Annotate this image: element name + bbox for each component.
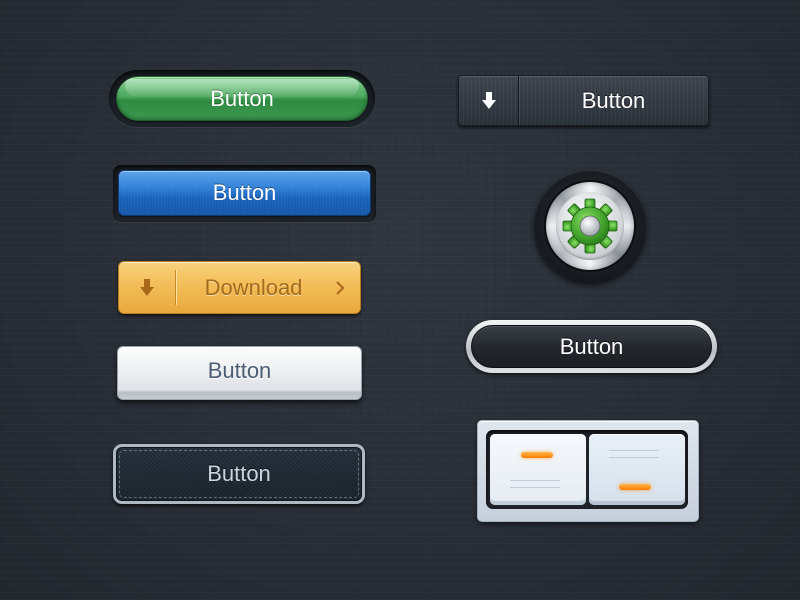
split-icon-cell <box>459 76 519 125</box>
denim-stitched-button[interactable]: Button <box>113 444 365 504</box>
light-button-label: Button <box>207 358 272 383</box>
toggle-line <box>609 450 659 451</box>
dark-pill-button-label: Button <box>559 333 624 359</box>
download-icon-cell <box>119 262 175 313</box>
toggle-left-segment[interactable] <box>490 434 586 505</box>
dark-pill-button[interactable]: Button <box>471 325 712 368</box>
toggle-line <box>510 487 560 488</box>
light-button[interactable]: Button <box>117 346 362 400</box>
green-button-label: Button <box>210 85 274 111</box>
download-button[interactable]: Download <box>118 261 361 314</box>
blue-button[interactable]: Button <box>118 170 371 216</box>
download-arrow-icon <box>140 278 154 296</box>
toggle-indicator-light <box>521 452 553 458</box>
gear-icon <box>562 198 618 254</box>
metal-ring <box>546 182 634 270</box>
download-arrow-icon <box>481 91 496 109</box>
toggle-right-segment[interactable] <box>589 434 685 505</box>
download-button-label: Download <box>204 274 303 300</box>
denim-button-label: Button <box>207 461 271 486</box>
gear-settings-knob[interactable] <box>534 170 646 282</box>
chevron-right-icon <box>334 262 346 313</box>
blue-button-label: Button <box>212 180 277 205</box>
dark-split-button-label: Button <box>581 87 646 113</box>
toggle-indicator-light <box>619 484 651 490</box>
toggle-line <box>510 480 560 481</box>
dark-split-button[interactable]: Button <box>458 75 709 126</box>
toggle-line <box>609 457 659 458</box>
green-glossy-button[interactable]: Button <box>116 76 368 121</box>
